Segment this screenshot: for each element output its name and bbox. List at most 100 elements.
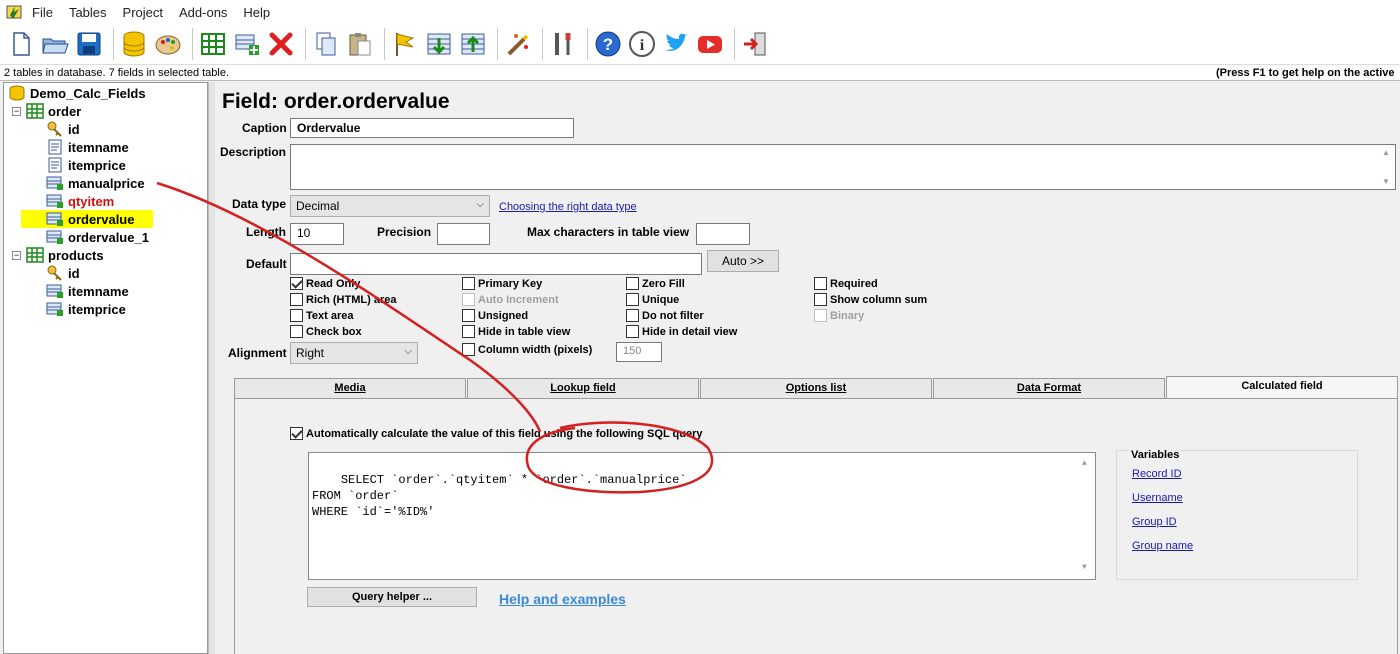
add-field-icon[interactable] (232, 29, 262, 59)
copy-icon[interactable] (311, 29, 341, 59)
checkbox-label: Show column sum (830, 293, 928, 306)
unsigned-checkbox[interactable]: Unsigned (462, 309, 528, 322)
import-icon[interactable] (424, 29, 454, 59)
datatype-select[interactable]: Decimal ⌵ (290, 195, 490, 217)
menu-file[interactable]: File (32, 5, 53, 20)
help-icon[interactable]: ? (593, 29, 623, 59)
variable-record-id-link[interactable]: Record ID (1132, 468, 1182, 480)
max-characters-input[interactable] (696, 223, 750, 245)
tree-field-manualprice[interactable]: manualprice (46, 174, 145, 192)
tab-media[interactable]: Media (234, 378, 466, 398)
read-only-checkbox[interactable]: Read Only (290, 277, 360, 290)
status-bar: 2 tables in database. 7 fields in select… (0, 64, 1400, 81)
precision-input[interactable] (437, 223, 490, 245)
open-folder-icon[interactable] (40, 29, 70, 59)
rich-html-checkbox[interactable]: Rich (HTML) area (290, 293, 396, 306)
toolbar-separator (192, 28, 193, 60)
length-label: Length (246, 225, 286, 239)
magic-wand-icon[interactable] (503, 29, 533, 59)
save-icon[interactable] (74, 29, 104, 59)
checkbox-box (290, 277, 303, 290)
tree-node-table-products[interactable]: products (26, 246, 104, 264)
exit-icon[interactable] (740, 29, 770, 59)
column-width-checkbox[interactable]: Column width (pixels) (462, 343, 592, 356)
checkbox-box (814, 309, 827, 322)
description-textarea[interactable]: ▲ ▼ (290, 144, 1396, 190)
sql-scrollbar[interactable]: ▲ ▼ (1080, 454, 1094, 578)
tree-node-database[interactable]: Demo_Calc_Fields (8, 84, 146, 102)
sql-query-editor[interactable]: SELECT `order`.`qtyitem` * `order`.`manu… (308, 452, 1096, 580)
auto-button[interactable]: Auto >> (707, 250, 779, 272)
collapse-products-button[interactable]: − (12, 251, 21, 260)
database-icon[interactable] (119, 29, 149, 59)
tab-options-list[interactable]: Options list (700, 378, 932, 398)
caption-input[interactable]: Ordervalue (290, 118, 574, 138)
alignment-select[interactable]: Right ⌵ (290, 342, 418, 364)
primary-key-checkbox[interactable]: Primary Key (462, 277, 542, 290)
auto-calculate-checkbox[interactable]: Automatically calculate the value of thi… (290, 427, 702, 440)
table-grid-icon[interactable] (198, 29, 228, 59)
tab-data-format[interactable]: Data Format (933, 378, 1165, 398)
tree-field-itemname[interactable]: itemname (46, 138, 129, 156)
info-icon[interactable]: i (627, 29, 657, 59)
flag-icon[interactable] (390, 29, 420, 59)
tree-field-itemname[interactable]: itemname (46, 282, 129, 300)
variables-panel: Variables Record ID Username Group ID Gr… (1116, 449, 1358, 580)
calc-field-icon (46, 193, 64, 209)
do-not-filter-checkbox[interactable]: Do not filter (626, 309, 704, 322)
tree-field-ordervalue_1[interactable]: ordervalue_1 (46, 228, 149, 246)
datatype-value: Decimal (296, 199, 340, 213)
menu-addons[interactable]: Add-ons (179, 5, 227, 20)
collapse-order-button[interactable]: − (12, 107, 21, 116)
required-checkbox[interactable]: Required (814, 277, 878, 290)
menu-bar: File Tables Project Add-ons Help (0, 0, 1400, 24)
menu-tables[interactable]: Tables (69, 5, 107, 20)
database-tree: Demo_Calc_Fields − order id itemname ite… (3, 82, 208, 654)
tree-field-id[interactable]: id (46, 120, 80, 138)
column-width-input[interactable]: 150 (616, 342, 662, 362)
check-box-checkbox[interactable]: Check box (290, 325, 362, 338)
menu-help[interactable]: Help (243, 5, 270, 20)
twitter-icon[interactable] (661, 29, 691, 59)
tree-field-qtyitem[interactable]: qtyitem (46, 192, 114, 210)
help-and-examples-link[interactable]: Help and examples (499, 591, 626, 607)
variable-group-id-link[interactable]: Group ID (1132, 516, 1177, 528)
tree-field-id[interactable]: id (46, 264, 80, 282)
zero-fill-checkbox[interactable]: Zero Fill (626, 277, 685, 290)
tab-calculated-field[interactable]: Calculated field (1166, 376, 1398, 398)
checkbox-label: Zero Fill (642, 277, 685, 290)
default-label: Default (246, 257, 287, 271)
checkbox-label: Automatically calculate the value of thi… (306, 427, 703, 440)
hide-detail-view-checkbox[interactable]: Hide in detail view (626, 325, 737, 338)
description-scrollbar[interactable]: ▲ ▼ (1380, 146, 1394, 188)
tree-node-table-order[interactable]: order (26, 102, 81, 120)
youtube-icon[interactable] (695, 29, 725, 59)
palette-icon[interactable] (153, 29, 183, 59)
tree-field-label: itemprice (68, 157, 126, 173)
variable-username-link[interactable]: Username (1132, 492, 1183, 504)
default-input[interactable] (290, 253, 702, 275)
hide-table-view-checkbox[interactable]: Hide in table view (462, 325, 570, 338)
chevron-down-icon: ⌵ (404, 346, 412, 357)
tools-icon[interactable] (548, 29, 578, 59)
choosing-datatype-link[interactable]: Choosing the right data type (499, 201, 637, 213)
show-column-sum-checkbox[interactable]: Show column sum (814, 293, 927, 306)
unique-checkbox[interactable]: Unique (626, 293, 679, 306)
paste-icon[interactable] (345, 29, 375, 59)
checkbox-label: Binary (830, 309, 865, 322)
new-file-icon[interactable] (6, 29, 36, 59)
variable-group-name-link[interactable]: Group name (1132, 540, 1193, 552)
panel-splitter[interactable] (208, 82, 215, 654)
tree-field-itemprice[interactable]: itemprice (46, 156, 126, 174)
length-input[interactable]: 10 (290, 223, 344, 245)
tree-field-itemprice[interactable]: itemprice (46, 300, 126, 318)
delete-icon[interactable] (266, 29, 296, 59)
query-helper-button[interactable]: Query helper ... (307, 587, 477, 607)
text-field-icon (46, 139, 64, 155)
tree-field-label: itemname (68, 283, 129, 299)
tree-field-ordervalue-selected[interactable]: ordervalue (21, 210, 153, 228)
export-icon[interactable] (458, 29, 488, 59)
menu-project[interactable]: Project (123, 5, 163, 20)
text-area-checkbox[interactable]: Text area (290, 309, 354, 322)
tab-lookup-field[interactable]: Lookup field (467, 378, 699, 398)
